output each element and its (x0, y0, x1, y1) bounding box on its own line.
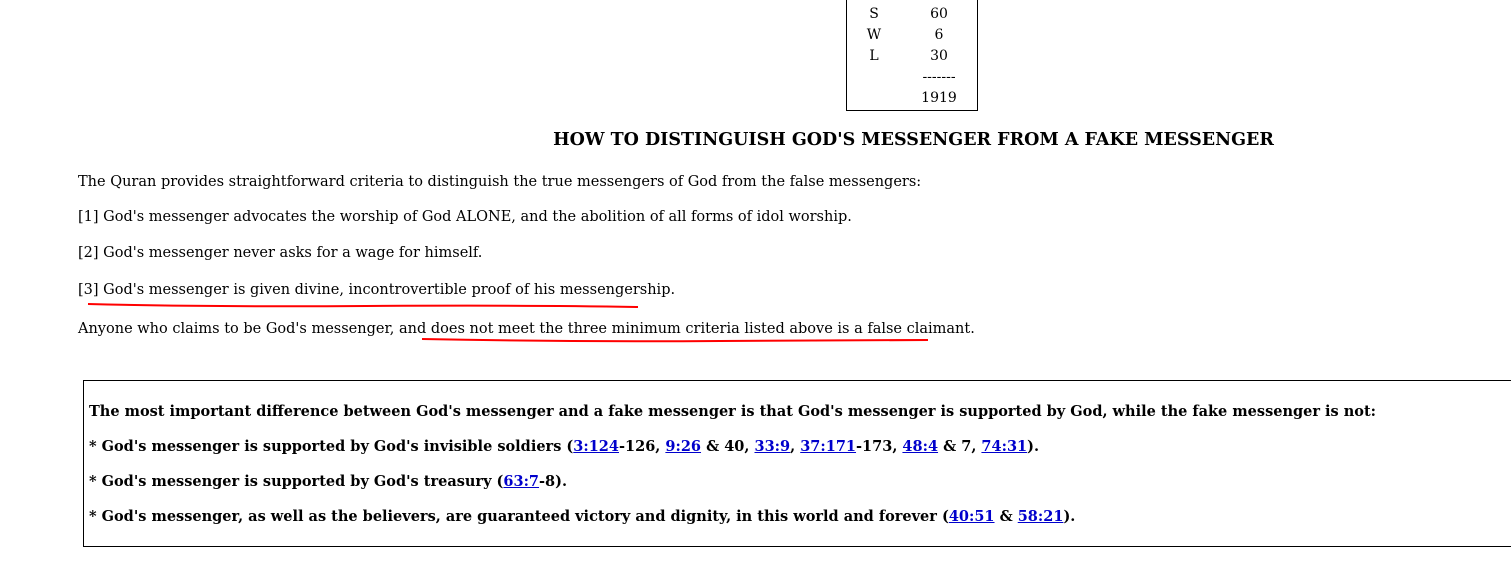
verse-link[interactable]: 9:26 (665, 438, 701, 455)
verse-link[interactable]: 58:21 (1018, 508, 1064, 525)
verse-link[interactable]: 3:124 (573, 438, 619, 455)
soldiers-line: * God's messenger is supported by God's … (89, 437, 1039, 457)
criterion-1: [1] God's messenger advocates the worshi… (78, 207, 852, 227)
red-annotation-underline (421, 338, 929, 343)
tally-separator-row: ------- (847, 69, 977, 90)
victory-line: * God's messenger, as well as the believ… (89, 507, 1075, 527)
treasury-line: * God's messenger is supported by God's … (89, 472, 567, 492)
verse-link[interactable]: 74:31 (981, 438, 1027, 455)
red-annotation-underline (87, 303, 639, 308)
link-suffix: ). (1027, 438, 1040, 455)
section-heading: HOW TO DISTINGUISH GOD'S MESSENGER FROM … (553, 130, 1274, 150)
treasury-text: * God's messenger is supported by God's … (89, 473, 504, 490)
conclusion-emphasis: does not meet the three minimum criteria… (430, 321, 971, 337)
tally-letter: S (869, 6, 879, 22)
tally-row: W 6 (847, 27, 977, 48)
link-suffix: ). (1063, 508, 1076, 525)
link-suffix: & 7, (938, 438, 982, 455)
tally-value: 60 (930, 6, 948, 22)
tally-value: 30 (930, 48, 948, 64)
conclusion-end: . (970, 321, 975, 337)
tally-separator: ------- (922, 69, 956, 85)
intro-paragraph: The Quran provides straightforward crite… (78, 174, 922, 190)
victory-text: * God's messenger, as well as the believ… (89, 508, 949, 525)
link-suffix: -8). (539, 473, 568, 490)
link-suffix: , (790, 438, 801, 455)
criterion-text: God's messenger advocates the worship of… (103, 209, 852, 225)
verse-link[interactable]: 33:9 (754, 438, 790, 455)
criterion-number: [2] (78, 245, 99, 261)
verse-link[interactable]: 37:171 (800, 438, 856, 455)
tally-value: 6 (934, 27, 944, 43)
letter-count-table: ––– S 60 W 6 L 30 ------- 1919 (846, 0, 978, 111)
criterion-text: God's messenger never asks for a wage fo… (103, 245, 483, 261)
tally-total-row: 1919 (847, 90, 977, 111)
verse-link[interactable]: 48:4 (902, 438, 938, 455)
tally-row: S 60 (847, 6, 977, 27)
verse-link[interactable]: 63:7 (503, 473, 539, 490)
link-suffix: & 40, (701, 438, 755, 455)
criterion-2: [2] God's messenger never asks for a wag… (78, 243, 482, 263)
conclusion-paragraph: Anyone who claims to be God's messenger,… (78, 319, 975, 339)
criterion-text: God's messenger is given divine, incontr… (103, 282, 676, 298)
soldiers-text: * God's messenger is supported by God's … (89, 438, 574, 455)
support-summary-box: The most important difference between Go… (83, 380, 1511, 547)
criterion-number: [1] (78, 209, 99, 225)
criterion-number: [3] (78, 282, 99, 298)
tally-value-cropped: ––– (917, 0, 961, 4)
box-statement: The most important difference between Go… (89, 403, 1377, 420)
conclusion-lead: Anyone who claims to be God's messenger,… (78, 321, 431, 337)
link-suffix: -173, (856, 438, 903, 455)
tally-row: L 30 (847, 48, 977, 69)
criterion-3: [3] God's messenger is given divine, inc… (78, 280, 675, 300)
verse-link[interactable]: 40:51 (949, 508, 995, 525)
tally-total: 1919 (921, 90, 957, 106)
tally-letter: L (869, 48, 879, 64)
link-suffix: -126, (619, 438, 666, 455)
link-suffix: & (994, 508, 1018, 525)
tally-letter: W (866, 27, 882, 43)
